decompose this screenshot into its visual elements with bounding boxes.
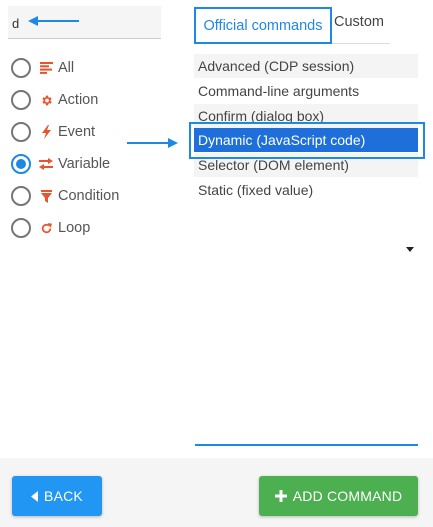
gear-icon <box>39 93 53 107</box>
filter-label: Condition <box>58 188 120 204</box>
filter-loop[interactable]: Loop <box>11 216 171 240</box>
filter-action[interactable]: Action <box>11 88 171 112</box>
filter-label: Action <box>58 92 99 108</box>
bolt-icon <box>39 125 53 139</box>
footer: BACK ADD COMMAND <box>0 458 433 527</box>
list-underline <box>195 444 418 446</box>
filter-all[interactable]: All <box>11 56 171 80</box>
list-item[interactable]: Command-line arguments <box>194 79 418 103</box>
radio-button[interactable] <box>11 218 31 238</box>
filter-icon <box>39 189 53 203</box>
list-item[interactable]: Confirm (dialog box) <box>194 104 418 128</box>
list-icon <box>39 61 53 75</box>
caret-left-icon <box>31 490 39 502</box>
radio-button[interactable] <box>11 58 31 78</box>
list-item[interactable]: Advanced (CDP session) <box>194 54 418 78</box>
filter-label: All <box>58 60 75 76</box>
dropdown-caret-icon[interactable] <box>406 247 414 252</box>
add-command-label: ADD COMMAND <box>292 488 403 504</box>
filter-label: Event <box>58 124 96 140</box>
refresh-icon <box>39 221 53 235</box>
arrow-annotation-icon <box>28 16 79 26</box>
filter-variable[interactable]: Variable <box>11 152 171 176</box>
filter-label: Loop <box>58 220 91 236</box>
list-item[interactable]: Static (fixed value) <box>194 178 418 202</box>
add-command-button[interactable]: ADD COMMAND <box>259 476 418 516</box>
tab-official-commands[interactable]: Official commands <box>194 7 332 44</box>
radio-button-checked[interactable] <box>11 154 31 174</box>
arrow-annotation-icon <box>127 138 178 148</box>
plus-icon <box>274 490 287 502</box>
back-button[interactable]: BACK <box>12 476 102 516</box>
tab-custom[interactable]: Custom <box>334 14 384 30</box>
filter-condition[interactable]: Condition <box>11 184 171 208</box>
back-button-label: BACK <box>44 488 83 504</box>
list-item[interactable]: Selector (DOM element) <box>194 153 418 177</box>
list-item-selected[interactable]: Dynamic (JavaScript code) <box>194 128 418 152</box>
radio-button[interactable] <box>11 90 31 110</box>
tab-label: Custom <box>334 14 384 30</box>
filter-label: Variable <box>58 156 111 172</box>
tab-bar: Official commands Custom <box>194 7 390 44</box>
radio-button[interactable] <box>11 186 31 206</box>
swap-arrows-icon <box>39 157 53 171</box>
radio-button[interactable] <box>11 122 31 142</box>
tab-label: Official commands <box>203 17 323 34</box>
